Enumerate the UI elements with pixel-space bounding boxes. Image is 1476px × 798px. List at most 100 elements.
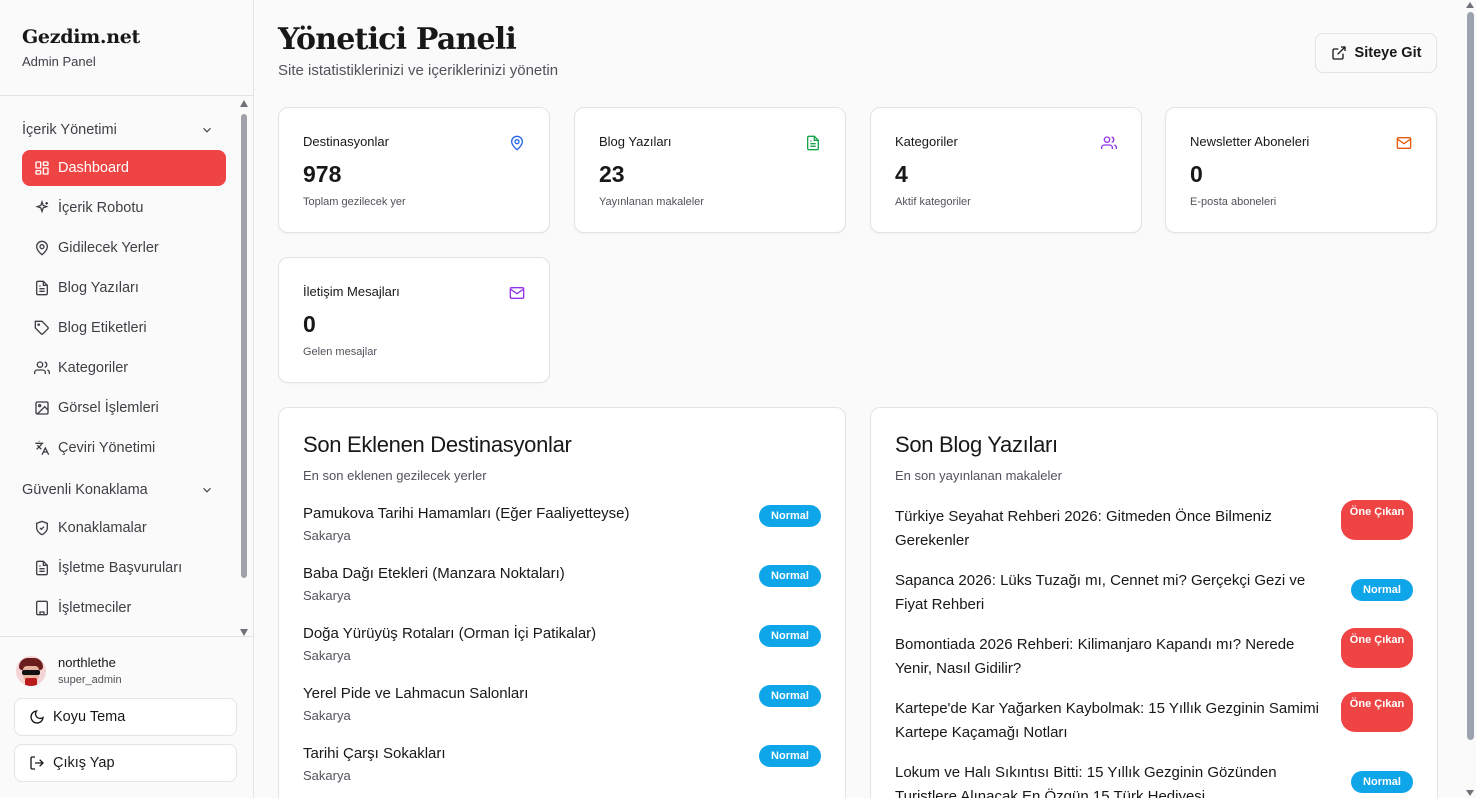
sidebar-item-label: Görsel İşlemleri — [58, 400, 159, 416]
logout-icon — [30, 756, 44, 770]
sidebar-item-blog-tags[interactable]: Blog Etiketleri — [22, 310, 226, 346]
sidebar-item-label: Blog Etiketleri — [58, 320, 147, 336]
mail-icon — [1396, 135, 1412, 151]
sidebar-item-business-applications[interactable]: İşletme Başvuruları — [22, 550, 226, 586]
status-badge: Normal — [759, 745, 821, 767]
stat-description: Aktif kategoriler — [895, 196, 971, 208]
user-profile[interactable]: northlethe super_admin — [0, 637, 254, 686]
chevron-down-icon — [203, 127, 211, 133]
page-scrollbar[interactable] — [1464, 0, 1476, 798]
panel-title: Son Eklenen Destinasyonlar — [303, 432, 572, 457]
panel-title: Son Blog Yazıları — [895, 432, 1058, 457]
scroll-up-arrow-icon[interactable] — [1466, 2, 1474, 8]
sparkles-icon — [34, 200, 50, 216]
building-icon — [34, 600, 50, 616]
sidebar-item-accommodations[interactable]: Konaklamalar — [22, 510, 226, 546]
dark-theme-button[interactable]: Koyu Tema — [14, 698, 237, 736]
stat-value: 0 — [1190, 161, 1203, 187]
users-icon — [1101, 135, 1118, 151]
recent-blog-posts-panel: Son Blog Yazıları En son yayınlanan maka… — [870, 407, 1438, 798]
recent-destinations-panel: Son Eklenen Destinasyonlar En son eklene… — [278, 407, 846, 798]
list-item[interactable]: Pamukova Tarihi Hamamları (Eğer Faaliyet… — [303, 505, 821, 565]
list-item[interactable]: Lokum ve Halı Sıkıntısı Bitti: 15 Yıllık… — [895, 761, 1413, 798]
sidebar-item-business-owners[interactable]: İşletmeciler — [22, 590, 226, 626]
destination-location: Sakarya — [303, 648, 351, 663]
dashboard-icon — [34, 160, 50, 176]
destination-location: Sakarya — [303, 528, 351, 543]
scroll-up-arrow-icon[interactable] — [240, 100, 248, 107]
panel-subtitle: En son yayınlanan makaleler — [895, 468, 1062, 483]
featured-badge: Öne Çıkan — [1341, 692, 1413, 732]
stat-label: İletişim Mesajları — [303, 284, 400, 299]
status-badge: Normal — [759, 625, 821, 647]
sidebar-item-label: Gidilecek Yerler — [58, 240, 159, 256]
file-text-icon — [34, 280, 50, 296]
shield-icon — [34, 520, 50, 536]
sidebar-item-label: İşletmeciler — [58, 600, 132, 616]
sidebar: Gezdim.net Admin Panel İçerik Yönetimi D… — [0, 0, 254, 798]
scrollbar-thumb[interactable] — [241, 114, 247, 578]
nav-group-content[interactable]: İçerik Yönetimi — [0, 110, 254, 150]
dark-theme-label: Koyu Tema — [53, 709, 126, 725]
stat-card-destinations: Destinasyonlar 978 Toplam gezilecek yer — [278, 107, 550, 233]
scroll-down-arrow-icon[interactable] — [1466, 790, 1474, 796]
list-item[interactable]: Kartepe'de Kar Yağarken Kaybolmak: 15 Yı… — [895, 692, 1413, 761]
list-item[interactable]: Bomontiada 2026 Rehberi: Kilimanjaro Kap… — [895, 628, 1413, 697]
destination-name: Baba Dağı Etekleri (Manzara Noktaları) — [303, 565, 565, 582]
stat-value: 23 — [599, 161, 625, 187]
sidebar-item-content-robot[interactable]: İçerik Robotu — [22, 190, 226, 226]
logout-button[interactable]: Çıkış Yap — [14, 744, 237, 782]
scroll-down-arrow-icon[interactable] — [240, 629, 248, 636]
nav-group-lodging[interactable]: Güvenli Konaklama — [0, 470, 254, 510]
list-item[interactable]: Türkiye Seyahat Rehberi 2026: Gitmeden Ö… — [895, 500, 1413, 569]
user-area: northlethe super_admin Koyu Tema Çıkış Y… — [0, 636, 254, 798]
blog-list: Türkiye Seyahat Rehberi 2026: Gitmeden Ö… — [895, 500, 1413, 798]
destination-location: Sakarya — [303, 708, 351, 723]
sidebar-item-label: Çeviri Yönetimi — [58, 440, 156, 456]
nav-group-label: Güvenli Konaklama — [22, 482, 148, 498]
featured-badge: Öne Çıkan — [1341, 500, 1413, 540]
sidebar-item-label: İşletme Başvuruları — [58, 560, 183, 576]
avatar — [16, 655, 46, 686]
sidebar-item-translation[interactable]: Çeviri Yönetimi — [22, 430, 226, 466]
stat-card-categories: Kategoriler 4 Aktif kategoriler — [870, 107, 1142, 233]
stat-label: Blog Yazıları — [599, 134, 672, 149]
sidebar-item-label: İçerik Robotu — [58, 200, 144, 216]
list-item[interactable]: Tarihi Çarşı Sokakları Sakarya Normal — [303, 745, 821, 798]
blog-title: Kartepe'de Kar Yağarken Kaybolmak: 15 Yı… — [895, 700, 1319, 741]
sidebar-item-image-ops[interactable]: Görsel İşlemleri — [22, 390, 226, 426]
scrollbar-thumb[interactable] — [1467, 12, 1474, 740]
chevron-down-icon — [203, 487, 211, 493]
status-badge: Normal — [1351, 771, 1413, 793]
map-pin-icon — [509, 135, 525, 151]
map-pin-icon — [34, 240, 50, 256]
user-name: northlethe — [58, 655, 116, 670]
stat-label: Kategoriler — [895, 134, 958, 149]
featured-badge: Öne Çıkan — [1341, 628, 1413, 668]
stat-card-messages: İletişim Mesajları 0 Gelen mesajlar — [278, 257, 550, 383]
status-badge: Normal — [1351, 579, 1413, 601]
sidebar-item-label: Dashboard — [58, 160, 129, 176]
stat-description: Gelen mesajlar — [303, 346, 377, 358]
sidebar-item-places[interactable]: Gidilecek Yerler — [22, 230, 226, 266]
sidebar-item-dashboard[interactable]: Dashboard — [22, 150, 226, 186]
list-item[interactable]: Doğa Yürüyüş Rotaları (Orman İçi Patikal… — [303, 625, 821, 685]
brand-subtitle: Admin Panel — [22, 54, 96, 69]
sidebar-item-blog-posts[interactable]: Blog Yazıları — [22, 270, 226, 306]
sidebar-item-label: Kategoriler — [58, 360, 129, 376]
stat-description: Toplam gezilecek yer — [303, 196, 406, 208]
file-text-icon — [34, 560, 50, 576]
go-to-site-button[interactable]: Siteye Git — [1315, 33, 1437, 73]
list-item[interactable]: Sapanca 2026: Lüks Tuzağı mı, Cennet mi?… — [895, 569, 1413, 633]
stat-description: Yayınlanan makaleler — [599, 196, 704, 208]
list-item[interactable]: Baba Dağı Etekleri (Manzara Noktaları) S… — [303, 565, 821, 625]
sidebar-scrollbar[interactable] — [239, 100, 249, 636]
destination-list: Pamukova Tarihi Hamamları (Eğer Faaliyet… — [303, 505, 821, 798]
user-role: super_admin — [58, 674, 122, 686]
users-icon — [34, 360, 50, 376]
nav-group-label: İçerik Yönetimi — [22, 122, 117, 138]
stat-card-newsletter: Newsletter Aboneleri 0 E-posta aboneleri — [1165, 107, 1437, 233]
list-item[interactable]: Yerel Pide ve Lahmacun Salonları Sakarya… — [303, 685, 821, 745]
page-subtitle: Site istatistiklerinizi ve içerikleriniz… — [278, 62, 559, 79]
sidebar-item-categories[interactable]: Kategoriler — [22, 350, 226, 386]
